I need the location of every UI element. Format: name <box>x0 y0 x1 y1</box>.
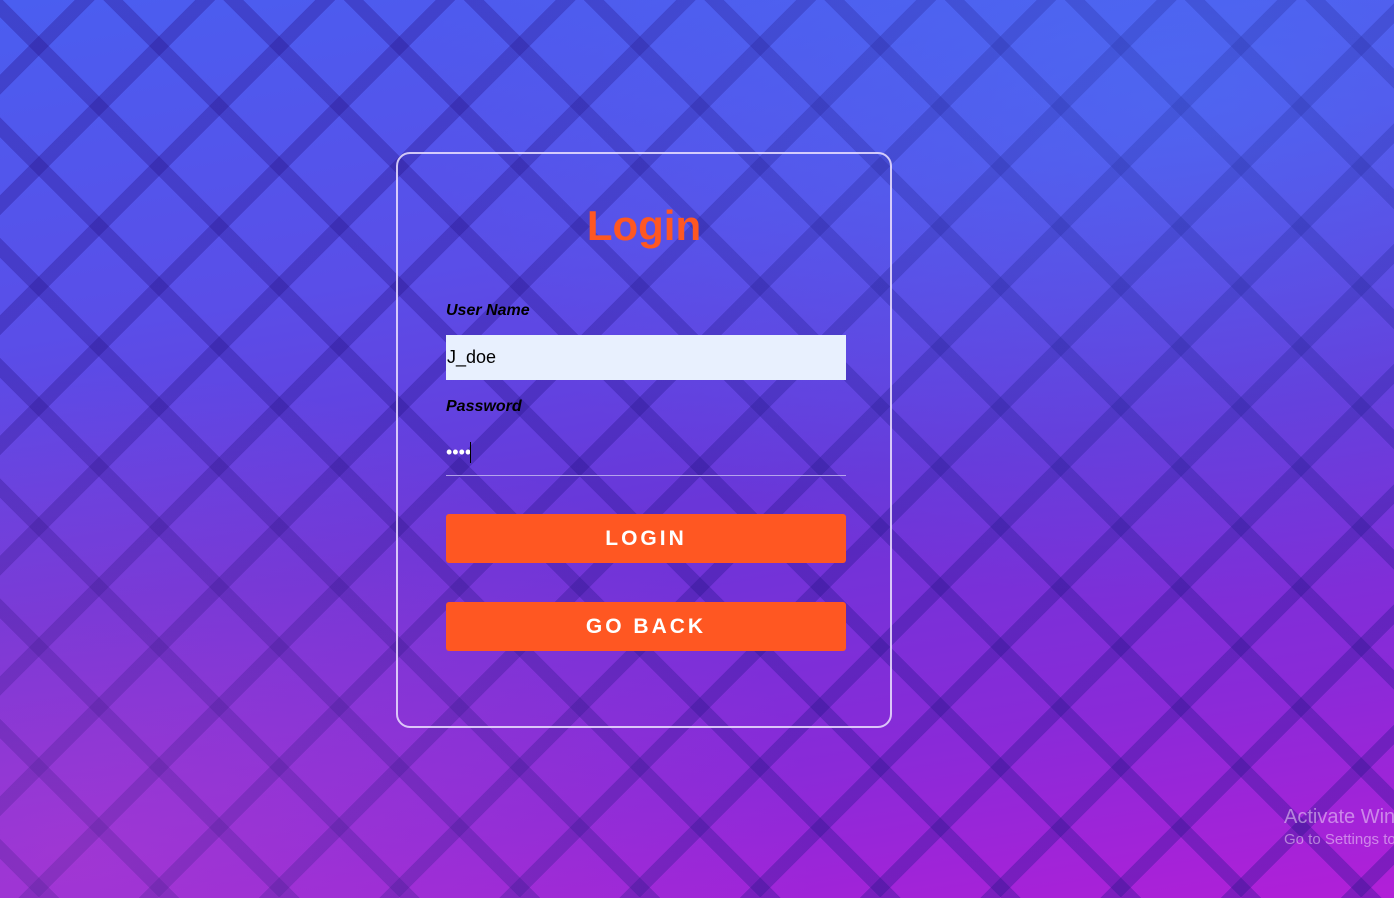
page-title: Login <box>586 202 702 249</box>
go-back-button[interactable]: GO BACK <box>446 602 846 651</box>
watermark-title: Activate Win <box>1284 806 1394 828</box>
login-card: Login User Name Password LOGIN GO BACK <box>396 152 892 728</box>
login-button[interactable]: LOGIN <box>446 514 846 563</box>
password-input[interactable] <box>446 430 846 476</box>
username-label: User Name <box>446 302 530 319</box>
password-label: Password <box>446 398 522 415</box>
watermark-subtitle: Go to Settings to <box>1284 831 1394 848</box>
activation-watermark: Activate Win Go to Settings to <box>1284 806 1394 848</box>
username-input[interactable] <box>446 335 846 380</box>
text-cursor <box>470 442 471 463</box>
